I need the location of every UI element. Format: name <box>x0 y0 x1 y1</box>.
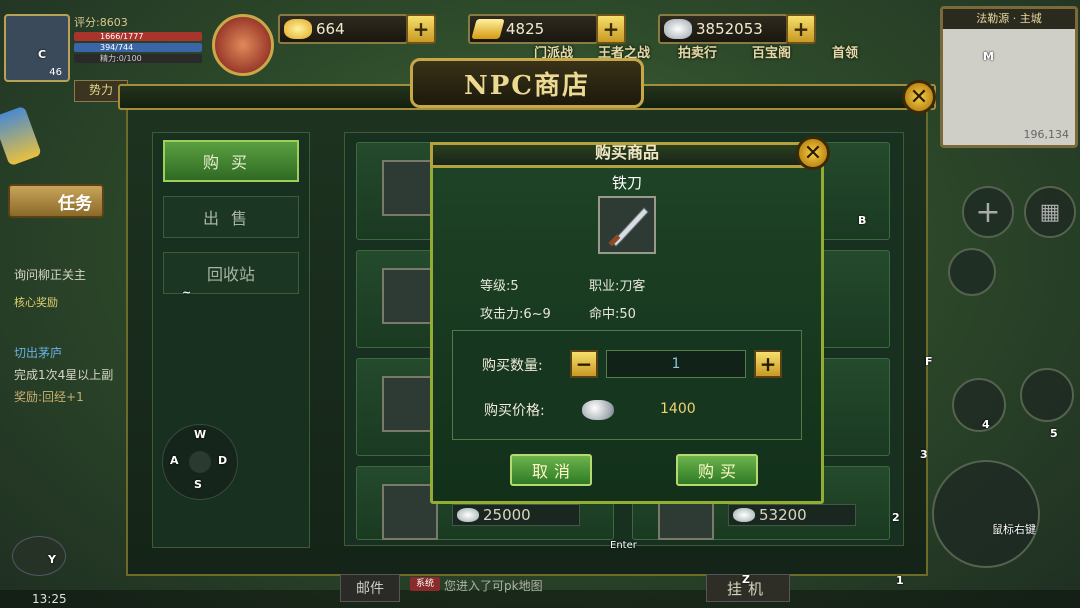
qty-input[interactable]: 1 <box>606 350 746 378</box>
quest-line: 完成1次4星以上副 <box>14 368 114 382</box>
item-name: 铁刀 <box>611 174 642 192</box>
currency-silver-ingot: 3852053 <box>658 14 788 44</box>
purchase-dialog-title: 购买商品 <box>594 143 659 162</box>
quest-line[interactable]: 询问柳正关主 <box>14 266 86 283</box>
hotkey-enter: Enter <box>610 540 637 551</box>
hotkey-w: W <box>194 428 207 441</box>
increase-qty-button[interactable]: + <box>754 350 782 378</box>
player-stats: 评分:8603 1666/1777 394/744 精力:0/100 <box>74 14 202 65</box>
hotkey-1: 1 <box>896 574 904 587</box>
hotkey-z: Z <box>742 573 750 586</box>
item-price-value: 25000 <box>483 506 531 524</box>
item-price: 53200 <box>728 504 856 526</box>
hotkey-d: D <box>218 454 228 467</box>
settings-gear-icon[interactable] <box>12 536 66 576</box>
confirm-buy-button[interactable]: 购买 <box>676 454 758 486</box>
hotkey-m: M <box>983 50 994 63</box>
gold-ingot-value: 664 <box>316 20 345 38</box>
hp-bar: 1666/1777 <box>74 32 202 41</box>
silver-ingot-value: 3852053 <box>696 20 763 38</box>
hotkey-5: 5 <box>1050 427 1058 440</box>
hotkey-s: S <box>194 478 202 491</box>
item-price: 25000 <box>452 504 580 526</box>
silver-icon <box>733 508 755 522</box>
add-gold-bar-button[interactable]: + <box>596 14 626 44</box>
item-hit: 命中:50 <box>589 307 636 322</box>
quest-line: 核心奖励 <box>14 296 58 309</box>
score-label: 评分:8603 <box>74 16 128 29</box>
hotkey-b: B <box>858 214 867 227</box>
hotkey-a: A <box>170 454 179 467</box>
item-job: 职业:刀客 <box>589 279 646 294</box>
player-level: 46 <box>49 67 62 78</box>
system-message: 您进入了可pk地图 <box>444 579 543 593</box>
hotkey-3: 3 <box>920 448 928 461</box>
gold-bar-value: 4825 <box>506 20 545 38</box>
mp-bar: 394/744 <box>74 43 202 52</box>
hotkey-f: F <box>925 355 933 368</box>
hotkey-tilde: ~ <box>182 286 192 299</box>
item-attack: 攻击力:6~9 <box>480 307 551 322</box>
system-badge: 系统 <box>410 577 440 591</box>
add-skill-button[interactable]: + <box>962 186 1014 238</box>
item-price-value: 53200 <box>759 506 807 524</box>
silver-icon <box>457 508 479 522</box>
add-gold-ingot-button[interactable]: + <box>406 14 436 44</box>
price-label: 购买价格: <box>484 403 545 419</box>
skill-slot-5[interactable] <box>1020 368 1074 422</box>
attack-button[interactable] <box>932 460 1040 568</box>
mail-button[interactable]: 邮件 <box>340 574 400 602</box>
hotkey-mouse-right: 鼠标右键 <box>992 523 1036 536</box>
menu-boss[interactable]: 首领 <box>832 42 858 61</box>
quest-tab[interactable]: 任务 <box>8 184 104 218</box>
decrease-qty-button[interactable]: − <box>570 350 598 378</box>
boss-face-icon[interactable] <box>212 14 274 76</box>
tab-sell[interactable]: 出售 <box>163 196 299 238</box>
gold-ingot-icon <box>284 19 312 39</box>
grid-menu-icon[interactable]: ▦ <box>1024 186 1076 238</box>
hotkey-c: C <box>38 48 47 61</box>
minimap-coords: 196,134 <box>1023 128 1070 141</box>
silver-ingot-icon <box>582 400 614 420</box>
item-level: 等级:5 <box>480 279 519 294</box>
hotkey-2: 2 <box>892 511 900 524</box>
tab-buy[interactable]: 购买 <box>163 140 299 182</box>
silver-ingot-icon <box>664 19 692 39</box>
quest-line: 奖励:回经+1 <box>14 390 84 404</box>
event-icon[interactable] <box>0 105 42 167</box>
menu-treasure[interactable]: 百宝阁 <box>752 42 791 61</box>
menu-auction[interactable]: 拍卖行 <box>678 42 717 61</box>
player-avatar[interactable]: 46 <box>4 14 70 82</box>
skill-slot[interactable] <box>948 248 996 296</box>
dialog-close-icon[interactable]: ✕ <box>796 136 830 170</box>
purchase-form <box>452 330 802 440</box>
total-price: 1400 <box>660 401 696 417</box>
shop-title: NPC商店 <box>410 58 644 108</box>
quest-line[interactable]: 切出茅庐 <box>14 344 62 361</box>
skill-slot-4[interactable] <box>952 378 1006 432</box>
gold-bar-icon <box>471 19 505 39</box>
energy-bar: 精力:0/100 <box>74 54 202 63</box>
iron-blade-icon <box>598 196 656 254</box>
minimap[interactable]: 法勒源 · 主城 196,134 <box>940 6 1078 148</box>
qty-label: 购买数量: <box>482 358 543 374</box>
clock: 13:25 <box>32 592 67 606</box>
hotkey-4: 4 <box>982 418 990 431</box>
add-silver-button[interactable]: + <box>786 14 816 44</box>
currency-gold-ingot: 664 <box>278 14 408 44</box>
minimap-title: 法勒源 · 主城 <box>943 9 1075 29</box>
hotkey-y: Y <box>48 553 56 566</box>
currency-gold-bar: 4825 <box>468 14 598 44</box>
cancel-button[interactable]: 取消 <box>510 454 592 486</box>
shop-close-icon[interactable]: ✕ <box>902 80 936 114</box>
